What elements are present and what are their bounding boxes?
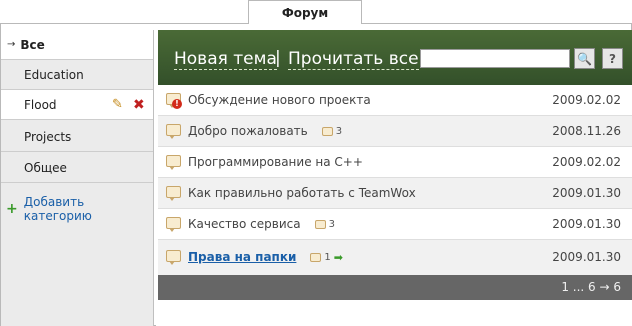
category-tools: ✎ ✖	[112, 98, 145, 113]
comment-icon	[166, 250, 181, 265]
topic-title[interactable]: Качество сервиса	[188, 217, 301, 231]
pagination[interactable]: 1 ... 6 → 6	[158, 275, 632, 300]
sidebar-item-label: Projects	[24, 129, 72, 144]
pencil-icon[interactable]: ✎	[112, 98, 126, 112]
search-input[interactable]	[420, 49, 570, 68]
sidebar-item-label: Education	[24, 67, 84, 82]
reply-count-value: 1	[324, 252, 331, 263]
topic-title[interactable]: Обсуждение нового проекта	[188, 93, 371, 107]
reply-count: 1 ➡	[310, 251, 343, 264]
add-category-label: Добавить категорию	[23, 195, 92, 223]
topic-title[interactable]: Добро пожаловать	[188, 124, 308, 138]
reply-count: 3	[314, 219, 335, 230]
alert-icon: !	[172, 99, 182, 109]
topic-title[interactable]: Программирование на C++	[188, 155, 363, 169]
comment-icon	[166, 186, 181, 201]
topic-date: 2008.11.26	[552, 124, 621, 138]
category-sidebar: → Все Education Flood ✎ ✖ Projects Общее…	[1, 30, 154, 326]
help-icon: ?	[609, 51, 616, 66]
topic-date: 2009.01.30	[552, 186, 621, 200]
sidebar-item-flood[interactable]: Flood ✎ ✖	[1, 90, 153, 120]
topic-title[interactable]: Как правильно работать с TeamWox	[188, 186, 416, 200]
comment-count-icon	[314, 220, 326, 229]
comment-icon	[166, 155, 181, 170]
topic-row[interactable]: Добро пожаловать 3 2008.11.26	[158, 116, 632, 147]
topic-row[interactable]: Качество сервиса 3 2009.01.30	[158, 209, 632, 240]
plus-icon: +	[6, 201, 18, 217]
header-separator: |	[275, 48, 281, 68]
topic-title-wrap: Добро пожаловать 3	[188, 124, 342, 138]
topic-row[interactable]: Права на папки 1 ➡ 2009.01.30	[158, 240, 632, 275]
app-frame: → Все Education Flood ✎ ✖ Projects Общее…	[0, 24, 632, 326]
topic-row[interactable]: ! Обсуждение нового проекта 2009.02.02	[158, 85, 632, 116]
topic-date: 2009.01.30	[552, 217, 621, 231]
sidebar-item-education[interactable]: Education	[1, 60, 153, 90]
sidebar-item-projects[interactable]: Projects	[1, 122, 153, 152]
top-bar: Форум	[0, 0, 632, 25]
reply-count-value: 3	[335, 126, 343, 137]
topic-row[interactable]: Программирование на C++ 2009.02.02	[158, 147, 632, 178]
comment-icon	[166, 217, 181, 232]
add-category-link[interactable]: + Добавить категорию	[6, 195, 153, 223]
forum-main: Новая тема | Прочитать все 🔍 ? ! Обсужде…	[158, 30, 632, 326]
help-button[interactable]: ?	[602, 48, 623, 69]
reply-count: 3	[321, 126, 343, 137]
tab-forum[interactable]: Форум	[248, 0, 362, 24]
topic-date: 2009.02.02	[552, 155, 621, 169]
forum-header: Новая тема | Прочитать все 🔍 ?	[158, 30, 632, 85]
comment-count-icon	[310, 253, 322, 262]
new-topic-link[interactable]: Новая тема	[174, 49, 277, 70]
sidebar-item-label: Flood	[24, 97, 57, 112]
arrow-right-icon: →	[7, 39, 16, 50]
comment-icon	[166, 124, 181, 139]
sidebar-item-label: Все	[20, 37, 45, 52]
topic-title-wrap: Качество сервиса 3	[188, 217, 335, 231]
comment-count-icon	[321, 127, 333, 136]
topic-row[interactable]: Как правильно работать с TeamWox 2009.01…	[158, 178, 632, 209]
topic-title-link[interactable]: Права на папки	[188, 250, 296, 264]
topic-date: 2009.02.02	[552, 93, 621, 107]
sidebar-item-general[interactable]: Общее	[1, 153, 153, 183]
topic-title-wrap: Права на папки 1 ➡	[188, 250, 343, 264]
sidebar-item-all[interactable]: → Все	[1, 30, 153, 60]
search-button[interactable]: 🔍	[574, 48, 595, 69]
topic-date: 2009.01.30	[552, 250, 621, 264]
read-all-link[interactable]: Прочитать все	[288, 49, 419, 70]
reply-count-value: 3	[328, 219, 335, 230]
delete-icon[interactable]: ✖	[133, 98, 145, 112]
sidebar-item-label: Общее	[24, 160, 67, 175]
search-icon: 🔍	[577, 51, 592, 66]
go-to-new-icon[interactable]: ➡	[334, 251, 343, 264]
